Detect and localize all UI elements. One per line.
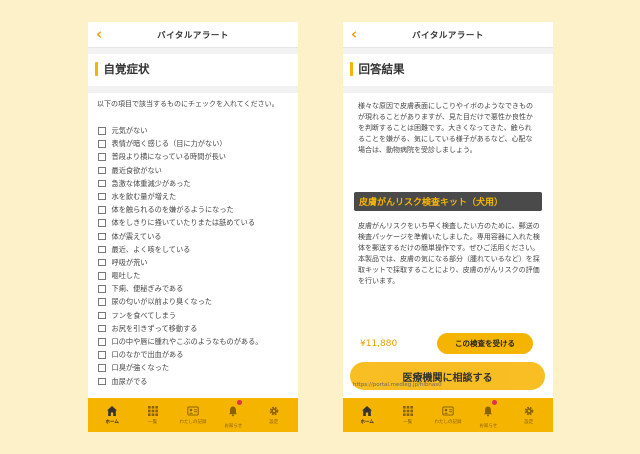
checkbox[interactable] [98,232,106,240]
symptom-item[interactable]: 尿の匂いが以前より臭くなった [97,296,293,309]
gear-icon [269,406,279,416]
results-description: 様々な原因で皮膚表面にしこりやイボのようなできものが現れることがありますが、見た… [358,102,533,154]
checkbox[interactable] [98,127,106,135]
checkbox[interactable] [98,377,106,386]
profile-card-icon [442,406,454,416]
nav-records[interactable]: わたしの記録 [175,405,211,425]
back-chevron-icon[interactable]: ‹ [96,25,102,43]
symptom-item[interactable]: 最近食欲がない [97,165,293,178]
nav-settings[interactable]: 設定 [256,405,292,425]
symptom-item[interactable]: 口の中や唇に腫れやこぶのようなものがある。 [97,336,293,349]
checkbox[interactable] [98,258,106,267]
nav-list[interactable]: 一覧 [135,405,171,425]
product-description: 皮膚がんリスクをいち早く検査したい方のために、郵送の検査パッケージを準備いたしま… [358,221,540,287]
accent-bar [95,62,98,76]
nav-list[interactable]: 一覧 [390,405,426,425]
home-icon [362,406,373,416]
checkbox[interactable] [98,245,106,254]
notification-badge [492,399,498,405]
header-divider [88,48,298,54]
app-header: ‹ バイタルアラート [343,22,553,48]
take-test-button[interactable]: この検査を受ける [437,333,533,354]
product-description-p1: 皮膚がんリスクをいち早く検査したい方のために、郵送の検査パッケージを準備いたしま… [358,222,540,252]
bell-icon [229,406,238,416]
checkbox[interactable] [98,153,106,161]
grid-icon [147,406,158,416]
page-url[interactable]: https://portal.medleg.jp/hlbnas0 [353,382,442,388]
checkbox[interactable] [98,351,106,359]
symptom-item[interactable]: 体を触られるのを嫌がるようになった [97,204,293,217]
checkbox[interactable] [98,311,106,320]
product-name-banner: 皮膚がんリスク検査キット（犬用） [354,192,542,211]
symptom-item[interactable]: 口臭が強くなった [97,362,293,375]
section-divider [343,86,553,93]
checkbox[interactable] [98,272,106,280]
app-title: バイタルアラート [157,30,229,41]
checkbox[interactable] [98,192,106,201]
home-icon [107,406,118,416]
nav-notifications[interactable]: お知らせ [215,399,251,429]
checklist-intro: 以下の項目で該当するものにチェックを入れてください。 [97,100,279,108]
nav-home[interactable]: ホーム [94,405,130,425]
checkbox[interactable] [98,206,106,214]
symptom-checklist: 元気がない 表情が暗く感じる（目に力がない） 普段より横になっている時間が長い … [97,125,293,389]
product-description-p2: 本製品では、皮膚の気になる部分（腫れているなど）を採取キットで採取することにより… [358,255,540,285]
section-title: 自覚症状 [103,62,150,76]
gear-icon [524,406,534,416]
checkbox[interactable] [98,364,106,372]
symptom-item[interactable]: 急激な体重減少があった [97,178,293,191]
app-title: バイタルアラート [412,30,484,41]
nav-settings[interactable]: 設定 [511,405,547,425]
symptoms-screen: ‹ バイタルアラート 自覚症状 以下の項目で該当するものにチェックを入れてくださ… [88,22,298,432]
back-chevron-icon[interactable]: ‹ [351,25,357,43]
nav-records[interactable]: わたしの記録 [430,405,466,425]
results-screen: ‹ バイタルアラート 回答結果 様々な原因で皮膚表面にしこりやイボのようなできも… [343,22,553,432]
symptom-item[interactable]: 最近、よく咳をしている [97,244,293,257]
checkbox[interactable] [98,298,106,306]
nav-home[interactable]: ホーム [349,405,385,425]
bottom-navigation: ホーム 一覧 わたしの記録 お知らせ 設定 [88,398,298,432]
bell-icon [484,406,493,416]
checkbox[interactable] [98,285,106,293]
accent-bar [350,62,353,76]
checkbox[interactable] [98,338,106,346]
symptom-item[interactable]: 普段より横になっている時間が長い [97,151,293,164]
grid-icon [402,406,413,416]
checkbox[interactable] [98,324,106,333]
notification-badge [237,399,243,405]
bottom-navigation: ホーム 一覧 わたしの記録 お知らせ 設定 [343,398,553,432]
symptom-item[interactable]: お尻を引きずって移動する [97,323,293,336]
symptom-item[interactable]: 体をしきりに掻いていたりまたは舐めている [97,217,293,230]
symptom-item[interactable]: フンを食べてしまう [97,310,293,323]
symptom-item[interactable]: 水を飲む量が増えた [97,191,293,204]
nav-notifications[interactable]: お知らせ [470,399,506,429]
product-price: ¥11,880 [360,339,398,349]
symptom-item[interactable]: 元気がない [97,125,293,138]
profile-card-icon [187,406,199,416]
section-title: 回答結果 [358,62,405,76]
symptom-item[interactable]: 嘔吐した [97,270,293,283]
symptom-item[interactable]: 体が震えている [97,231,293,244]
section-divider [88,86,298,93]
symptom-item[interactable]: 表情が暗く感じる（目に力がない） [97,138,293,151]
symptom-item[interactable]: 呼吸が荒い [97,257,293,270]
section-heading: 自覚症状 [95,60,150,78]
symptom-item[interactable]: 血尿がでる [97,376,293,389]
app-header: ‹ バイタルアラート [88,22,298,48]
header-divider [343,48,553,54]
checkbox[interactable] [98,166,106,175]
checkbox[interactable] [98,219,106,227]
symptom-item[interactable]: 口のなかで出血がある [97,349,293,362]
checkbox[interactable] [98,140,106,148]
section-heading: 回答結果 [350,60,405,78]
checkbox[interactable] [98,179,106,188]
symptom-item[interactable]: 下痢、便秘ぎみである [97,283,293,296]
